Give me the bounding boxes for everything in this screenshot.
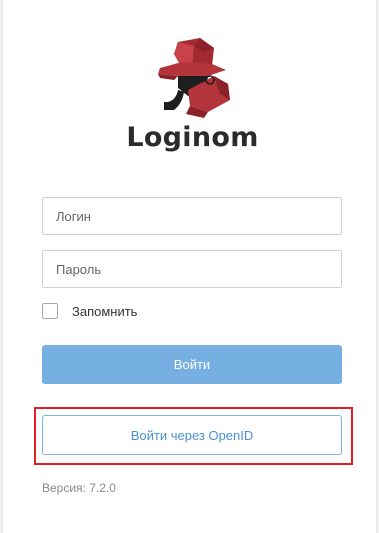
openid-login-button[interactable]: Войти через OpenID	[42, 415, 342, 455]
login-button[interactable]: Войти	[42, 345, 342, 384]
remember-me-checkbox[interactable]: Запомнить	[42, 302, 137, 320]
app-title: Loginom	[126, 122, 259, 153]
checkbox-box[interactable]	[42, 303, 58, 319]
login-input[interactable]	[42, 197, 342, 235]
login-panel: Loginom Запомнить Войти Войти через Open…	[2, 0, 377, 533]
detective-mascot-icon	[158, 38, 230, 118]
password-input[interactable]	[42, 250, 342, 288]
remember-me-label: Запомнить	[72, 303, 138, 319]
version-label: Версия: 7.2.0	[42, 481, 116, 495]
